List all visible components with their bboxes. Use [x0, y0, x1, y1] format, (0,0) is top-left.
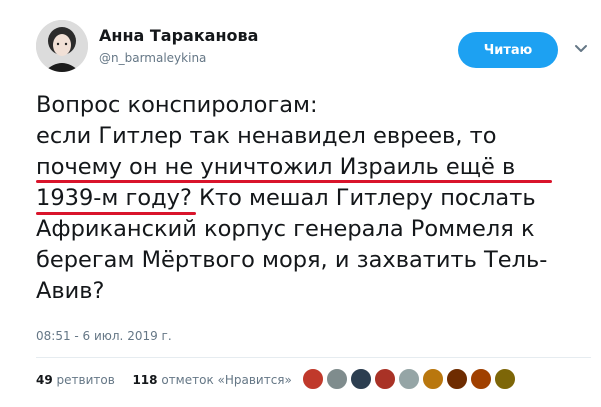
tweet-line: 1939-м году? Кто мешал Гитлеру послать [36, 185, 536, 211]
author-handle[interactable]: @n_barmaleykina [99, 51, 206, 65]
author-name[interactable]: Анна Тараканова [99, 26, 258, 45]
tweet-line: берегам Мёртвого моря, и захватить Тель- [36, 247, 548, 273]
red-underline [36, 212, 196, 215]
tweet-timestamp[interactable]: 08:51 - 6 июл. 2019 г. [36, 329, 172, 343]
liker-avatar[interactable] [470, 368, 492, 390]
tweet-line: Африканский корпус генерала Роммеля к [36, 216, 535, 242]
tweet-stats: 49 ретвитов 118 отметок «Нравится» [36, 373, 292, 387]
liker-avatar[interactable] [374, 368, 396, 390]
red-underline [36, 180, 552, 183]
divider [36, 357, 591, 358]
following-button[interactable]: Читаю [458, 32, 558, 68]
likers-avatars [302, 368, 518, 390]
liker-avatar[interactable] [302, 368, 324, 390]
retweets-count[interactable]: 49 [36, 373, 53, 387]
tweet-line: если Гитлер так ненавидел евреев, то [36, 123, 497, 149]
liker-avatar[interactable] [350, 368, 372, 390]
tweet-line: Авив? [36, 278, 105, 304]
likes-label[interactable]: отметок «Нравится» [161, 373, 292, 387]
tweet-line: почему он не уничтожил Израиль ещё в [36, 154, 516, 180]
liker-avatar[interactable] [398, 368, 420, 390]
more-options-button[interactable] [571, 38, 591, 58]
tweet-line: Вопрос конспирологам: [36, 92, 318, 118]
tweet-text: Вопрос конспирологам: если Гитлер так не… [36, 90, 591, 307]
chevron-down-icon [575, 45, 587, 52]
liker-avatar[interactable] [422, 368, 444, 390]
retweets-label[interactable]: ретвитов [57, 373, 115, 387]
liker-avatar[interactable] [446, 368, 468, 390]
likes-count[interactable]: 118 [132, 373, 157, 387]
liker-avatar[interactable] [326, 368, 348, 390]
avatar-portrait-image [36, 20, 88, 72]
liker-avatar[interactable] [494, 368, 516, 390]
author-avatar[interactable] [36, 20, 88, 72]
